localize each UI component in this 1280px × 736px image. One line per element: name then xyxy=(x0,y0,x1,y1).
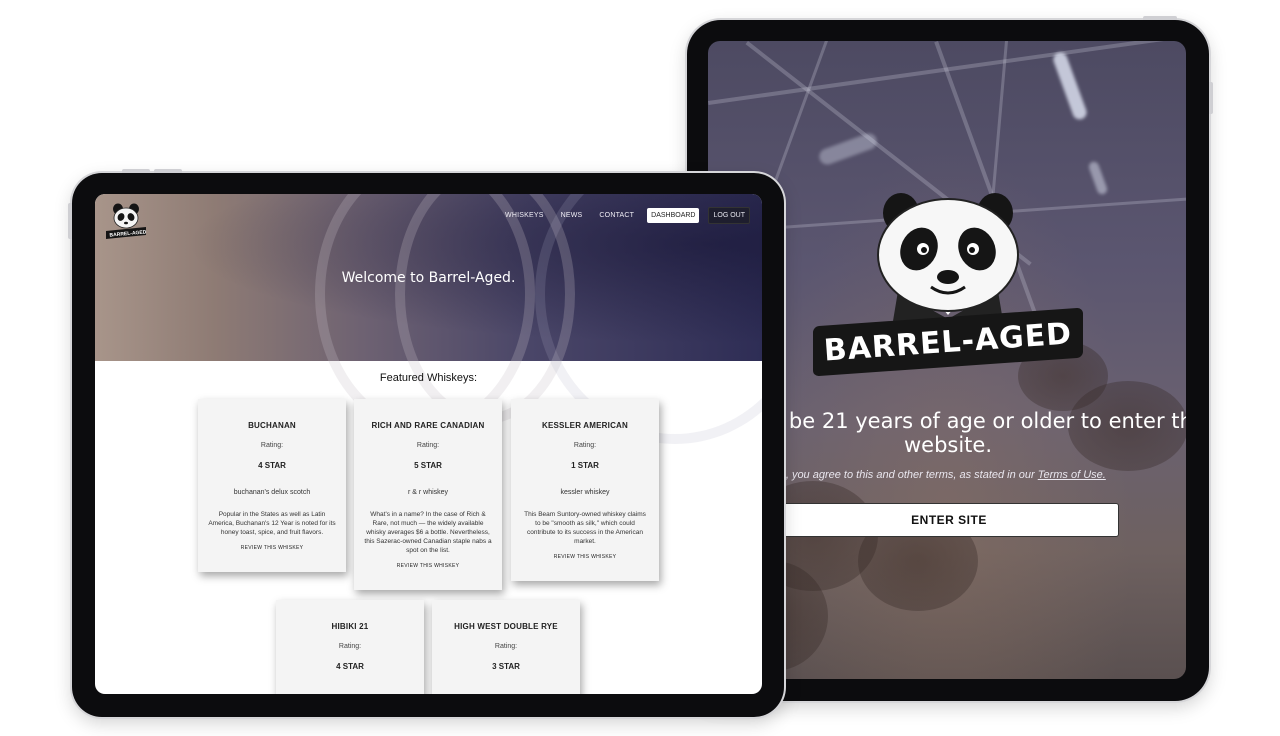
main-nav: WHISKEYS NEWS CONTACT DASHBOARD LOG OUT xyxy=(501,207,750,224)
whiskey-card: BUCHANAN Rating: 4 STAR buchanan's delux… xyxy=(198,399,346,572)
review-whiskey-link[interactable]: REVIEW THIS WHISKEY xyxy=(354,563,502,569)
nav-news[interactable]: NEWS xyxy=(557,208,587,223)
whiskey-name: KESSLER AMERICAN xyxy=(541,421,629,430)
tablet-volume-button xyxy=(1209,82,1213,114)
whiskey-subtitle: r & r whiskey xyxy=(407,489,449,496)
rating-label: Rating: xyxy=(338,643,362,650)
hero-title: Welcome to Barrel-Aged. xyxy=(341,270,516,286)
ceiling-light xyxy=(817,131,879,167)
nav-dashboard-button[interactable]: DASHBOARD xyxy=(647,208,700,223)
nav-contact[interactable]: CONTACT xyxy=(595,208,638,223)
whiskey-card: HIBIKI 21 Rating: 4 STAR xyxy=(276,600,424,694)
whiskey-card: RICH AND RARE CANADIAN Rating: 5 STAR r … xyxy=(354,399,502,590)
whiskey-name: HIBIKI 21 xyxy=(331,622,369,631)
whiskey-card: KESSLER AMERICAN Rating: 1 STAR kessler … xyxy=(511,399,659,581)
review-whiskey-link[interactable]: REVIEW THIS WHISKEY xyxy=(511,554,659,560)
whiskey-subtitle: buchanan's delux scotch xyxy=(233,489,311,496)
tablet-website: BARREL-AGED WHISKEYS NEWS CONTACT DASHBO… xyxy=(68,169,784,717)
rating-value: 4 STAR xyxy=(258,461,286,470)
whiskey-card: HIGH WEST DOUBLE RYE Rating: 3 STAR xyxy=(432,600,580,694)
whiskey-name: RICH AND RARE CANADIAN xyxy=(371,421,485,430)
tablet-volume-button xyxy=(154,169,182,173)
review-whiskey-link[interactable]: REVIEW THIS WHISKEY xyxy=(198,545,346,551)
whiskey-subtitle: kessler whiskey xyxy=(560,489,610,496)
site-logo[interactable]: BARREL-AGED xyxy=(101,201,151,243)
rating-value: 1 STAR xyxy=(571,461,599,470)
rating-label: Rating: xyxy=(260,442,284,449)
panda-logo-icon: BARREL-AGED xyxy=(803,191,1093,391)
tablet-power-button xyxy=(1143,16,1177,20)
terms-of-use-link[interactable]: Terms of Use. xyxy=(1038,469,1106,481)
rating-label: Rating: xyxy=(416,442,440,449)
tablet-power-button xyxy=(68,203,72,239)
whiskey-description: Popular in the States as well as Latin A… xyxy=(208,511,336,536)
rating-label: Rating: xyxy=(494,643,518,650)
featured-section-title: Featured Whiskeys: xyxy=(379,372,478,384)
whiskey-description: This Beam Suntory-owned whiskey claims t… xyxy=(524,511,646,545)
website-screen: BARREL-AGED WHISKEYS NEWS CONTACT DASHBO… xyxy=(95,194,762,694)
rating-value: 3 STAR xyxy=(492,662,520,671)
rating-value: 5 STAR xyxy=(414,461,442,470)
enter-site-button[interactable]: ENTER SITE xyxy=(779,503,1119,537)
nav-logout-button[interactable]: LOG OUT xyxy=(708,207,750,224)
ceiling-light xyxy=(1051,50,1089,122)
rating-value: 4 STAR xyxy=(336,662,364,671)
hero-banner: BARREL-AGED WHISKEYS NEWS CONTACT DASHBO… xyxy=(95,194,762,444)
whiskey-description: What's in a name? In the case of Rich & … xyxy=(364,511,492,554)
rating-label: Rating: xyxy=(573,442,597,449)
tablet-volume-button xyxy=(122,169,150,173)
nav-whiskeys[interactable]: WHISKEYS xyxy=(501,208,548,223)
whiskey-name: HIGH WEST DOUBLE RYE xyxy=(454,622,558,631)
whiskey-name: BUCHANAN xyxy=(248,421,296,430)
